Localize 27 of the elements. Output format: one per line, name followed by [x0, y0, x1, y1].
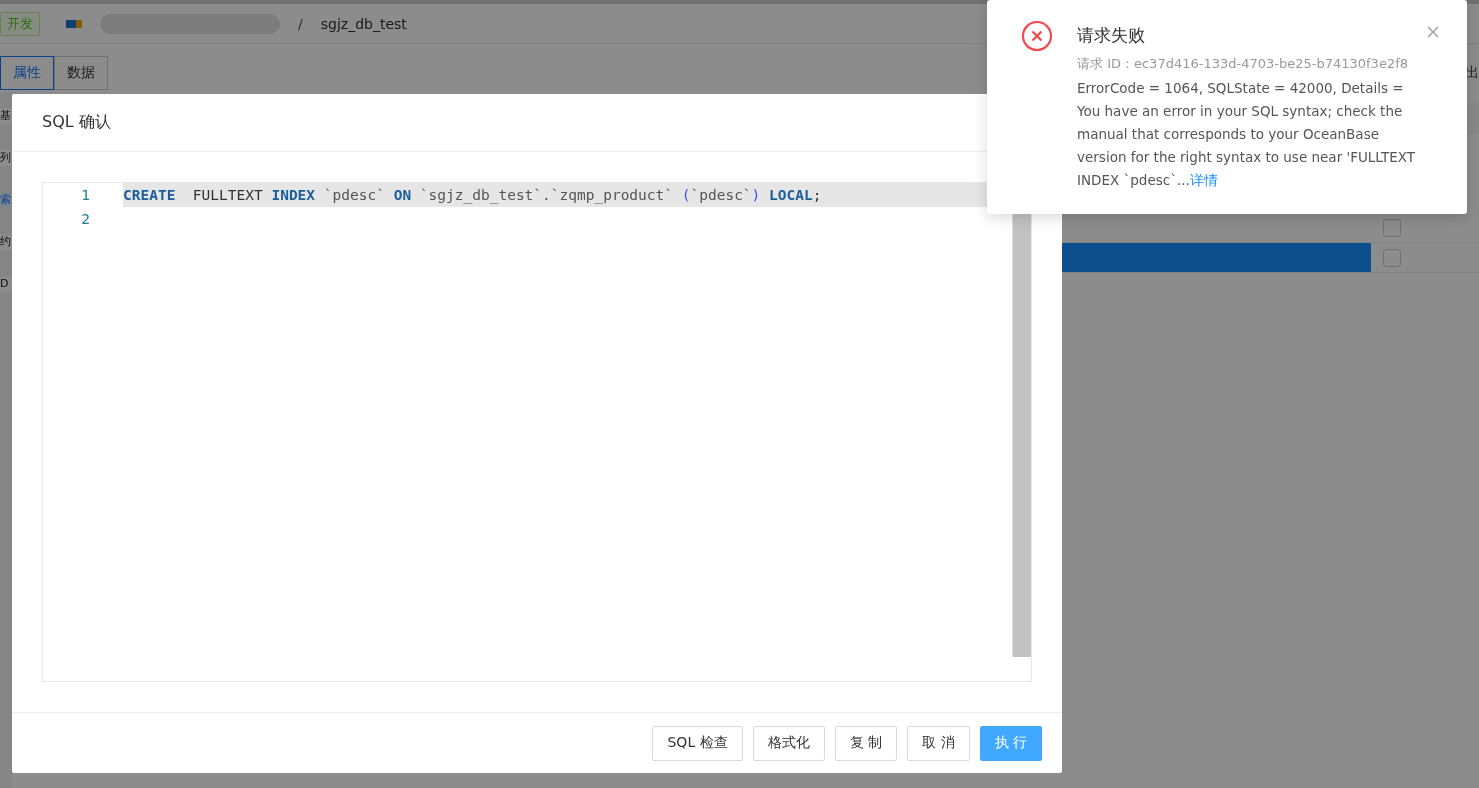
- dialog-button[interactable]: SQL 检查: [652, 725, 743, 761]
- breadcrumb-separator: /: [298, 15, 303, 32]
- environment-tag: 开发: [0, 11, 40, 36]
- side-menu-item[interactable]: 约: [0, 234, 12, 250]
- error-message: ErrorCode = 1064, SQLState = 42000, Details = You have an error in your SQL syntax; check the manual that corresponds to your OceanBase version for the right syntax to use near 'FULLTEXT INDEX `pdesc`...详情: [1077, 79, 1417, 190]
- dialog-button[interactable]: 复 制: [834, 725, 898, 761]
- close-icon[interactable]: [1427, 26, 1439, 38]
- code-line: CREATE FULLTEXT INDEX `pdesc` ON `sgjz_db_test`.`zqmp_product` (`pdesc`) LOCAL;: [123, 186, 823, 206]
- database-icon: [66, 19, 82, 28]
- dialog-button[interactable]: 取 消: [907, 725, 970, 761]
- error-icon: [1021, 20, 1053, 52]
- notification-title: 请求失败: [1077, 24, 1146, 47]
- details-link[interactable]: 详情: [1189, 172, 1218, 188]
- dialog-button[interactable]: 格式化: [752, 725, 825, 761]
- checkbox[interactable]: [1383, 248, 1401, 267]
- line-number: 1: [80, 187, 91, 203]
- side-menu-item[interactable]: D: [0, 276, 12, 292]
- checkbox[interactable]: [1383, 218, 1401, 237]
- side-menu-item[interactable]: 列: [0, 150, 12, 166]
- line-number: 2: [80, 211, 91, 227]
- tab[interactable]: 数据: [54, 56, 108, 90]
- dialog-title: SQL 确认: [42, 112, 111, 133]
- tab[interactable]: 属性: [0, 56, 54, 90]
- request-id: 请求 ID：ec37d416-133d-4703-be25-b74130f3e2f8: [1077, 55, 1409, 73]
- breadcrumb-item[interactable]: sgjz_db_test: [320, 15, 407, 32]
- side-menu-item[interactable]: 基: [0, 108, 12, 124]
- code-editor[interactable]: 1 CREATE FULLTEXT INDEX `pdesc` ON `sgjz_db_test`.`zqmp_product` (`pdesc`) LOCAL; 2: [42, 182, 1032, 682]
